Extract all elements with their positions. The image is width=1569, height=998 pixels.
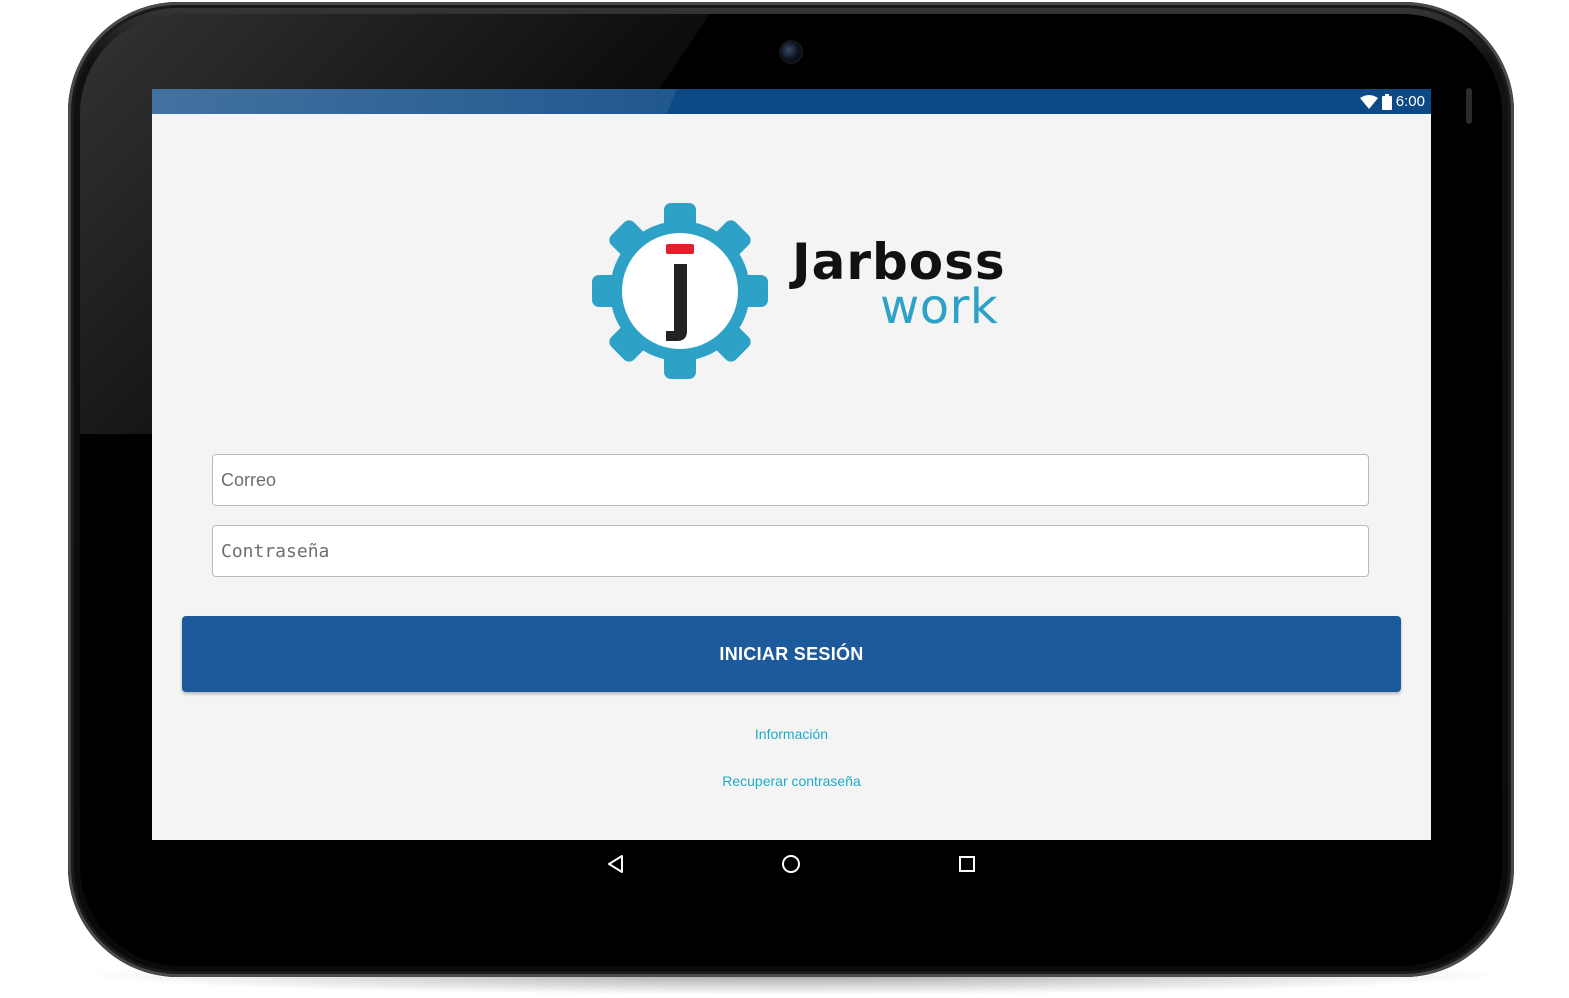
navigation-bar bbox=[152, 840, 1431, 888]
camera-icon bbox=[781, 42, 801, 62]
home-icon[interactable] bbox=[779, 852, 803, 876]
back-icon[interactable] bbox=[604, 852, 628, 876]
brand-subtitle: work bbox=[880, 279, 999, 335]
status-time: 6:00 bbox=[1395, 93, 1425, 110]
login-button[interactable]: INICIAR SESIÓN bbox=[182, 616, 1401, 692]
gear-logo-icon bbox=[592, 203, 768, 379]
side-button bbox=[1466, 88, 1472, 124]
info-link[interactable]: Información bbox=[152, 726, 1431, 742]
jarboss-logo: Jarboss work bbox=[590, 201, 1010, 381]
status-bar-glare bbox=[152, 89, 677, 114]
password-field[interactable] bbox=[212, 525, 1369, 577]
status-indicators: 6:00 bbox=[1359, 89, 1425, 114]
app-screen: 6:00 Jarboss work Correo Contraseña INIC… bbox=[152, 89, 1431, 840]
recents-icon[interactable] bbox=[955, 852, 979, 876]
recover-password-link[interactable]: Recuperar contraseña bbox=[152, 773, 1431, 789]
wifi-icon bbox=[1359, 94, 1378, 109]
status-bar: 6:00 bbox=[152, 89, 1431, 114]
email-field[interactable] bbox=[212, 454, 1369, 506]
battery-icon bbox=[1381, 93, 1392, 110]
